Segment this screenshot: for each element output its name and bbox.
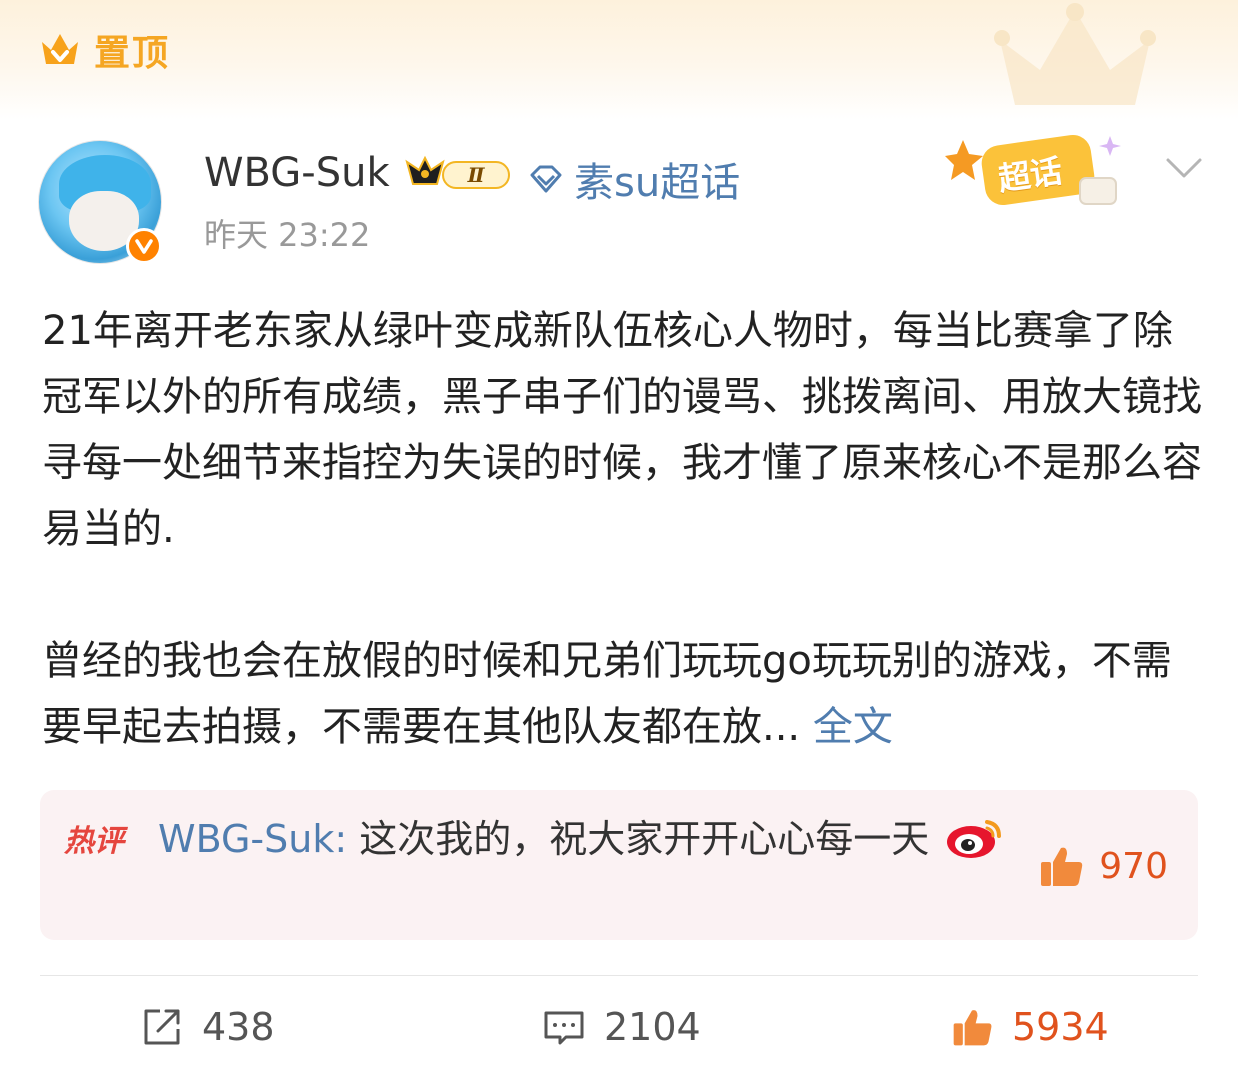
supertopic-link[interactable]: 素su超话 (526, 150, 740, 208)
pinned-label: 置顶 (94, 33, 171, 74)
post-paragraph-2: 曾经的我也会在放假的时候和兄弟们玩玩go玩玩别的游戏，不需要早起去拍摄，不需要在… (42, 628, 1202, 760)
member-level-badge-icon: Ⅱ (405, 155, 510, 189)
comment-count: 2104 (604, 1005, 701, 1049)
supertopic-badge-label: 超话 (995, 151, 1065, 199)
divider (40, 975, 1198, 976)
comment-like-button[interactable]: 970 (1037, 842, 1168, 890)
comment-icon (544, 1011, 584, 1045)
hot-comment[interactable]: 热评 WBG-Suk: 这次我的，祝大家开开心心每一天 970 (40, 790, 1198, 940)
pinned-badge: 置顶 (38, 24, 170, 76)
full-text-link[interactable]: 全文 (813, 704, 893, 750)
post-paragraph-2-text: 曾经的我也会在放假的时候和兄弟们玩玩go玩玩别的游戏，不需要早起去拍摄，不需要在… (42, 638, 1172, 750)
post-paragraph-1: 21年离开老东家从绿叶变成新队伍核心人物时，每当比赛拿了除冠军以外的所有成绩，黑… (42, 308, 1202, 552)
pinned-banner: 置顶 (0, 0, 1238, 120)
hot-comment-text: WBG-Suk: 这次我的，祝大家开开心心每一天 (158, 808, 1018, 870)
chevron-down-icon[interactable] (1162, 150, 1206, 186)
thumbs-up-icon (953, 1010, 992, 1046)
crown-watermark-icon (994, 3, 1156, 105)
author-name[interactable]: WBG-Suk (204, 150, 390, 196)
thumbs-up-icon (1041, 847, 1083, 886)
action-bar: 438 2104 5934 (0, 995, 1238, 1065)
post-time: 昨天 23:22 (204, 216, 371, 254)
like-count: 5934 (1012, 1005, 1109, 1049)
repost-count: 438 (202, 1005, 275, 1049)
weibo-logo-emoji-icon (947, 820, 1002, 858)
diamond-icon (530, 165, 562, 193)
pinned-crown-icon (42, 34, 78, 64)
comment-content: 这次我的，祝大家开开心心每一天 (347, 817, 930, 861)
member-level-text: Ⅱ (467, 163, 486, 187)
share-icon (144, 1009, 180, 1045)
post-body[interactable]: 21年离开老东家从绿叶变成新队伍核心人物时，每当比赛拿了除冠军以外的所有成绩，黑… (42, 298, 1202, 760)
comment-button[interactable]: 2104 (542, 1005, 701, 1049)
verified-v-icon (126, 228, 162, 264)
comment-username[interactable]: WBG-Suk: (158, 817, 347, 861)
supertopic-label: 素su超话 (574, 160, 741, 206)
comment-like-count: 970 (1099, 845, 1168, 887)
repost-button[interactable]: 438 (140, 1005, 275, 1049)
like-button[interactable]: 5934 (950, 1005, 1109, 1049)
hot-comment-label: 热评 (64, 824, 124, 859)
